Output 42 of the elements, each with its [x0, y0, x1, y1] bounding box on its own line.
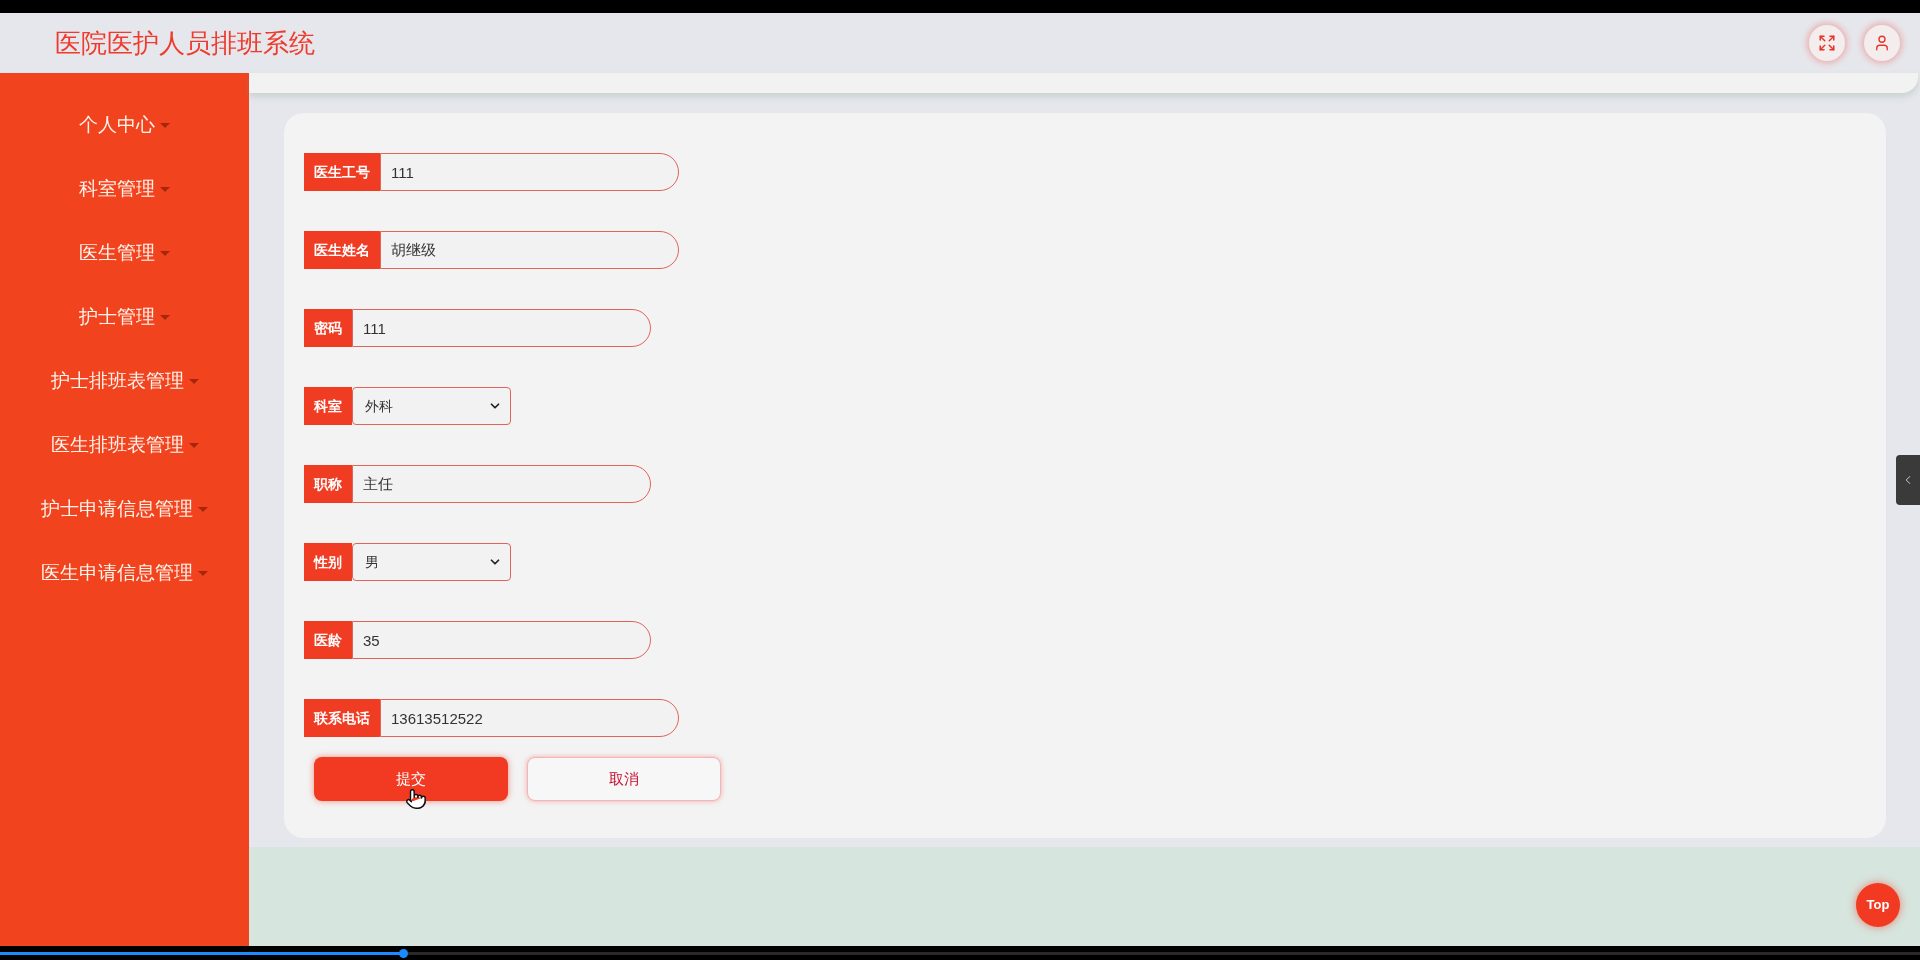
sidebar-menu-item[interactable]: 医生申请信息管理: [41, 558, 208, 588]
sidebar-menu-item[interactable]: 个人中心: [79, 110, 170, 140]
fullscreen-button[interactable]: [1809, 25, 1845, 61]
field-label: 联系电话: [304, 699, 380, 737]
sidebar-menu-item[interactable]: 护士排班表管理: [50, 366, 199, 396]
caret-icon: [188, 378, 199, 384]
text-field[interactable]: 胡继级: [380, 231, 679, 269]
dropdown-field[interactable]: 男: [352, 543, 511, 581]
dropdown-field[interactable]: 外科: [352, 387, 511, 425]
field-label: 密码: [304, 309, 352, 347]
profile-button[interactable]: [1864, 25, 1900, 61]
text-field[interactable]: 111: [380, 153, 679, 191]
submit-button[interactable]: 提交: [314, 757, 508, 801]
sidebar-menu-item[interactable]: 医生排班表管理: [50, 430, 199, 460]
hand-cursor-icon: [405, 788, 427, 810]
user-icon: [1873, 34, 1891, 52]
video-progress-thumb[interactable]: [399, 949, 409, 958]
caret-icon: [160, 186, 170, 192]
sidebar-menu-item[interactable]: 护士申请信息管理: [41, 494, 208, 524]
cancel-button[interactable]: 取消: [527, 757, 721, 801]
video-progress-track[interactable]: [0, 952, 1920, 955]
field-label: 医生姓名: [304, 231, 380, 269]
fullscreen-icon: [1818, 34, 1836, 52]
text-field[interactable]: 35: [352, 621, 651, 659]
text-field[interactable]: 13613512522: [380, 699, 679, 737]
caret-icon: [160, 122, 170, 128]
field-label: 职称: [304, 465, 352, 503]
caret-icon: [160, 250, 170, 256]
field-label: 科室: [304, 387, 352, 425]
field-label: 性别: [304, 543, 352, 581]
sidebar-menu-item[interactable]: 科室管理: [79, 174, 170, 204]
caret-icon: [188, 442, 199, 448]
sidebar-menu-item[interactable]: 护士管理: [79, 302, 170, 332]
sidebar-menu-item[interactable]: 医生管理: [79, 238, 170, 268]
field-label: 医生工号: [304, 153, 380, 191]
app-title: 医院医护人员排班系统: [55, 26, 315, 60]
caret-icon: [198, 506, 208, 512]
caret-icon: [160, 314, 170, 320]
text-field[interactable]: 111: [352, 309, 651, 347]
field-label: 医龄: [304, 621, 352, 659]
caret-icon: [198, 570, 208, 576]
text-field[interactable]: 主任: [352, 465, 651, 503]
